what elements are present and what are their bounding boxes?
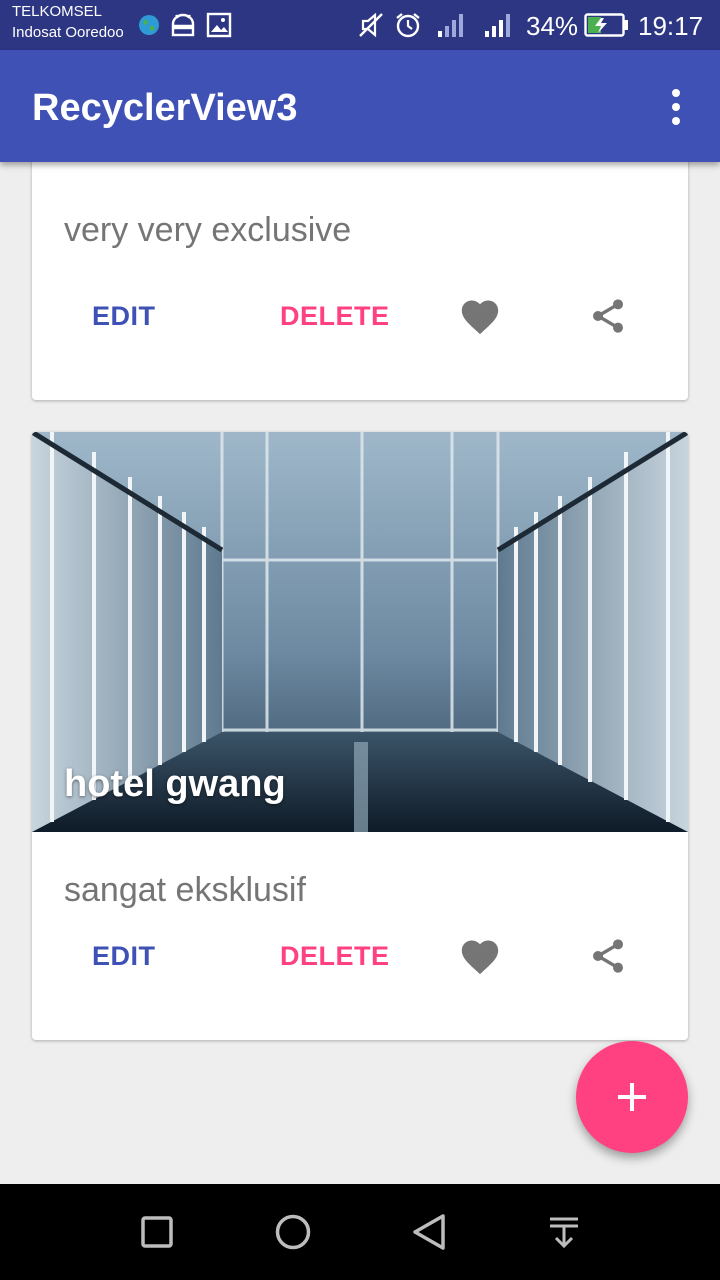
app-title: RecyclerView3 [32, 87, 298, 129]
recents-icon[interactable] [133, 1208, 181, 1256]
edit-button[interactable]: EDIT [92, 940, 156, 972]
notification-pull-icon[interactable] [540, 1208, 588, 1256]
add-button[interactable] [576, 1041, 688, 1153]
card-item: hotel gwang sangat eksklusif EDIT DELETE [32, 432, 688, 1040]
card-item: very very exclusive EDIT DELETE [32, 162, 688, 400]
signal-icon [436, 10, 466, 40]
battery-percent: 34% [526, 11, 579, 41]
card-description: very very exclusive [64, 211, 352, 249]
plus-icon [618, 1083, 646, 1111]
carrier-name-2: Indosat Ooredoo [12, 24, 124, 41]
signal-icon [483, 10, 513, 40]
vibrate-off-icon [356, 10, 386, 40]
app-bar: RecyclerView3 [0, 50, 720, 162]
back-icon[interactable] [405, 1208, 453, 1256]
delete-button[interactable]: DELETE [280, 940, 390, 972]
battery-charging-icon [584, 10, 630, 40]
image-icon [204, 10, 234, 40]
delete-button[interactable]: DELETE [280, 300, 390, 332]
card-image: hotel gwang [32, 432, 688, 832]
globe-icon [134, 10, 164, 40]
edit-button[interactable]: EDIT [92, 300, 156, 332]
alarm-icon [393, 10, 423, 40]
recycler-list[interactable]: very very exclusive EDIT DELETE hotel gw… [0, 162, 720, 1184]
carrier-name-1: TELKOMSEL [12, 3, 103, 20]
card-title: hotel gwang [64, 763, 286, 805]
share-icon[interactable] [584, 932, 632, 980]
status-bar: TELKOMSEL Indosat Ooredoo 34% 19:17 [0, 0, 720, 50]
heart-icon[interactable] [456, 292, 504, 340]
overflow-menu-icon[interactable] [656, 84, 696, 130]
navigation-bar [0, 1184, 720, 1280]
android-icon [168, 10, 198, 40]
clock: 19:17 [638, 11, 704, 41]
card-description: sangat eksklusif [64, 871, 306, 909]
home-icon[interactable] [269, 1208, 317, 1256]
heart-icon[interactable] [456, 932, 504, 980]
share-icon[interactable] [584, 292, 632, 340]
